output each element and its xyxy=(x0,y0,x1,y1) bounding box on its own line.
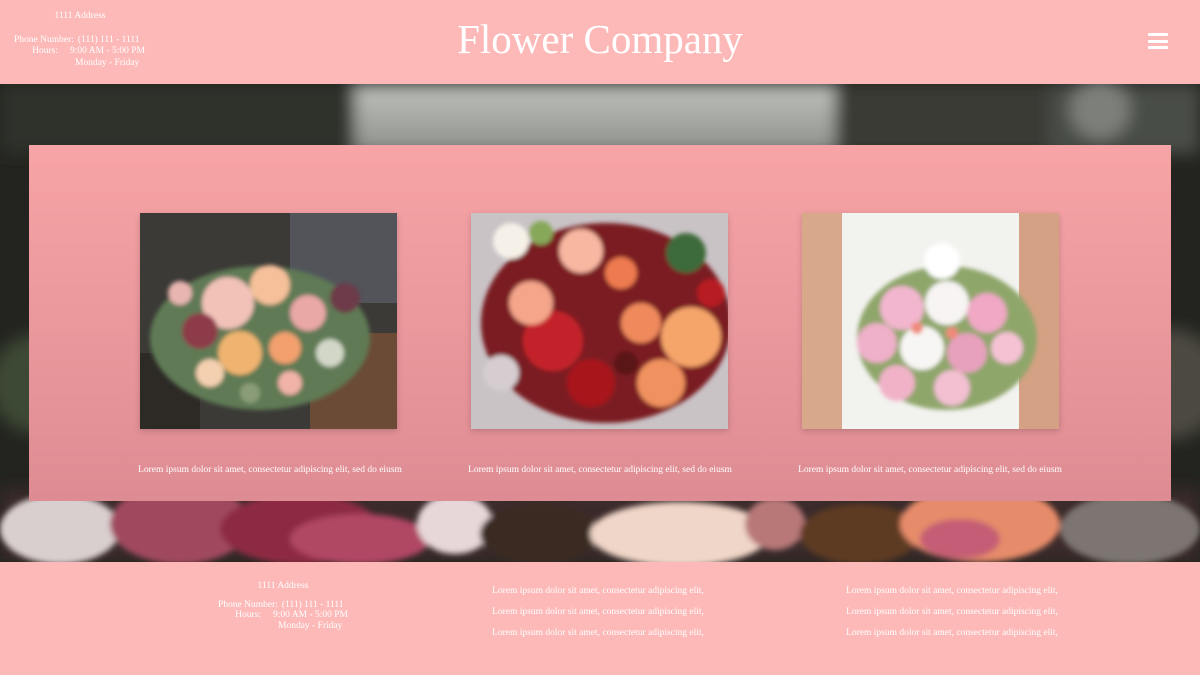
gallery-image-arrangement[interactable] xyxy=(140,213,397,429)
footer-text-line: Lorem ipsum dolor sit amet, consectetur … xyxy=(492,607,704,617)
gallery-image-rose-bouquet[interactable] xyxy=(471,213,728,429)
footer-text-line: Lorem ipsum dolor sit amet, consectetur … xyxy=(492,628,704,638)
footer-text-line: Lorem ipsum dolor sit amet, consectetur … xyxy=(846,586,1058,596)
footer-hours-value: 9:00 AM - 5:00 PM xyxy=(273,610,348,620)
page: 1111 Address Phone Number: (111) 111 - 1… xyxy=(0,0,1200,675)
gallery-caption-3: Lorem ipsum dolor sit amet, consectetur … xyxy=(798,465,1062,475)
footer-hours-label: Hours: xyxy=(235,610,262,620)
gallery-caption-1: Lorem ipsum dolor sit amet, consectetur … xyxy=(138,465,402,475)
footer-text-line: Lorem ipsum dolor sit amet, consectetur … xyxy=(846,607,1058,617)
footer-phone-number: (111) 111 - 1111 xyxy=(281,599,344,610)
hamburger-menu-icon[interactable] xyxy=(1148,33,1168,49)
site-footer: 1111 Address Phone Number: (111) 111 - 1… xyxy=(0,562,1200,675)
footer-hours-line: Hours: 9:00 AM - 5:00 PM xyxy=(218,610,348,621)
footer-contact-info: 1111 Address Phone Number: (111) 111 - 1… xyxy=(218,581,348,631)
site-header: 1111 Address Phone Number: (111) 111 - 1… xyxy=(0,0,1200,84)
gallery-caption-2: Lorem ipsum dolor sit amet, consectetur … xyxy=(468,465,732,475)
rose-bouquet-image xyxy=(471,213,728,429)
footer-text-line: Lorem ipsum dolor sit amet, consectetur … xyxy=(846,628,1058,638)
footer-text-line: Lorem ipsum dolor sit amet, consectetur … xyxy=(492,586,704,596)
footer-phone-line: Phone Number: (111) 111 - 1111 xyxy=(218,600,348,611)
bridal-bouquet-image xyxy=(802,213,1059,429)
footer-column-2: Lorem ipsum dolor sit amet, consectetur … xyxy=(478,581,718,644)
site-title: Flower Company xyxy=(457,16,743,62)
gallery-image-bridal-bouquet[interactable] xyxy=(802,213,1059,429)
footer-phone-label: Phone Number: xyxy=(218,599,278,610)
flower-arrangement-image xyxy=(140,213,397,429)
footer-address-text: 1111 Address xyxy=(257,581,309,591)
footer-days-value: Monday - Friday xyxy=(278,620,343,631)
footer-column-3: Lorem ipsum dolor sit amet, consectetur … xyxy=(832,581,1072,644)
